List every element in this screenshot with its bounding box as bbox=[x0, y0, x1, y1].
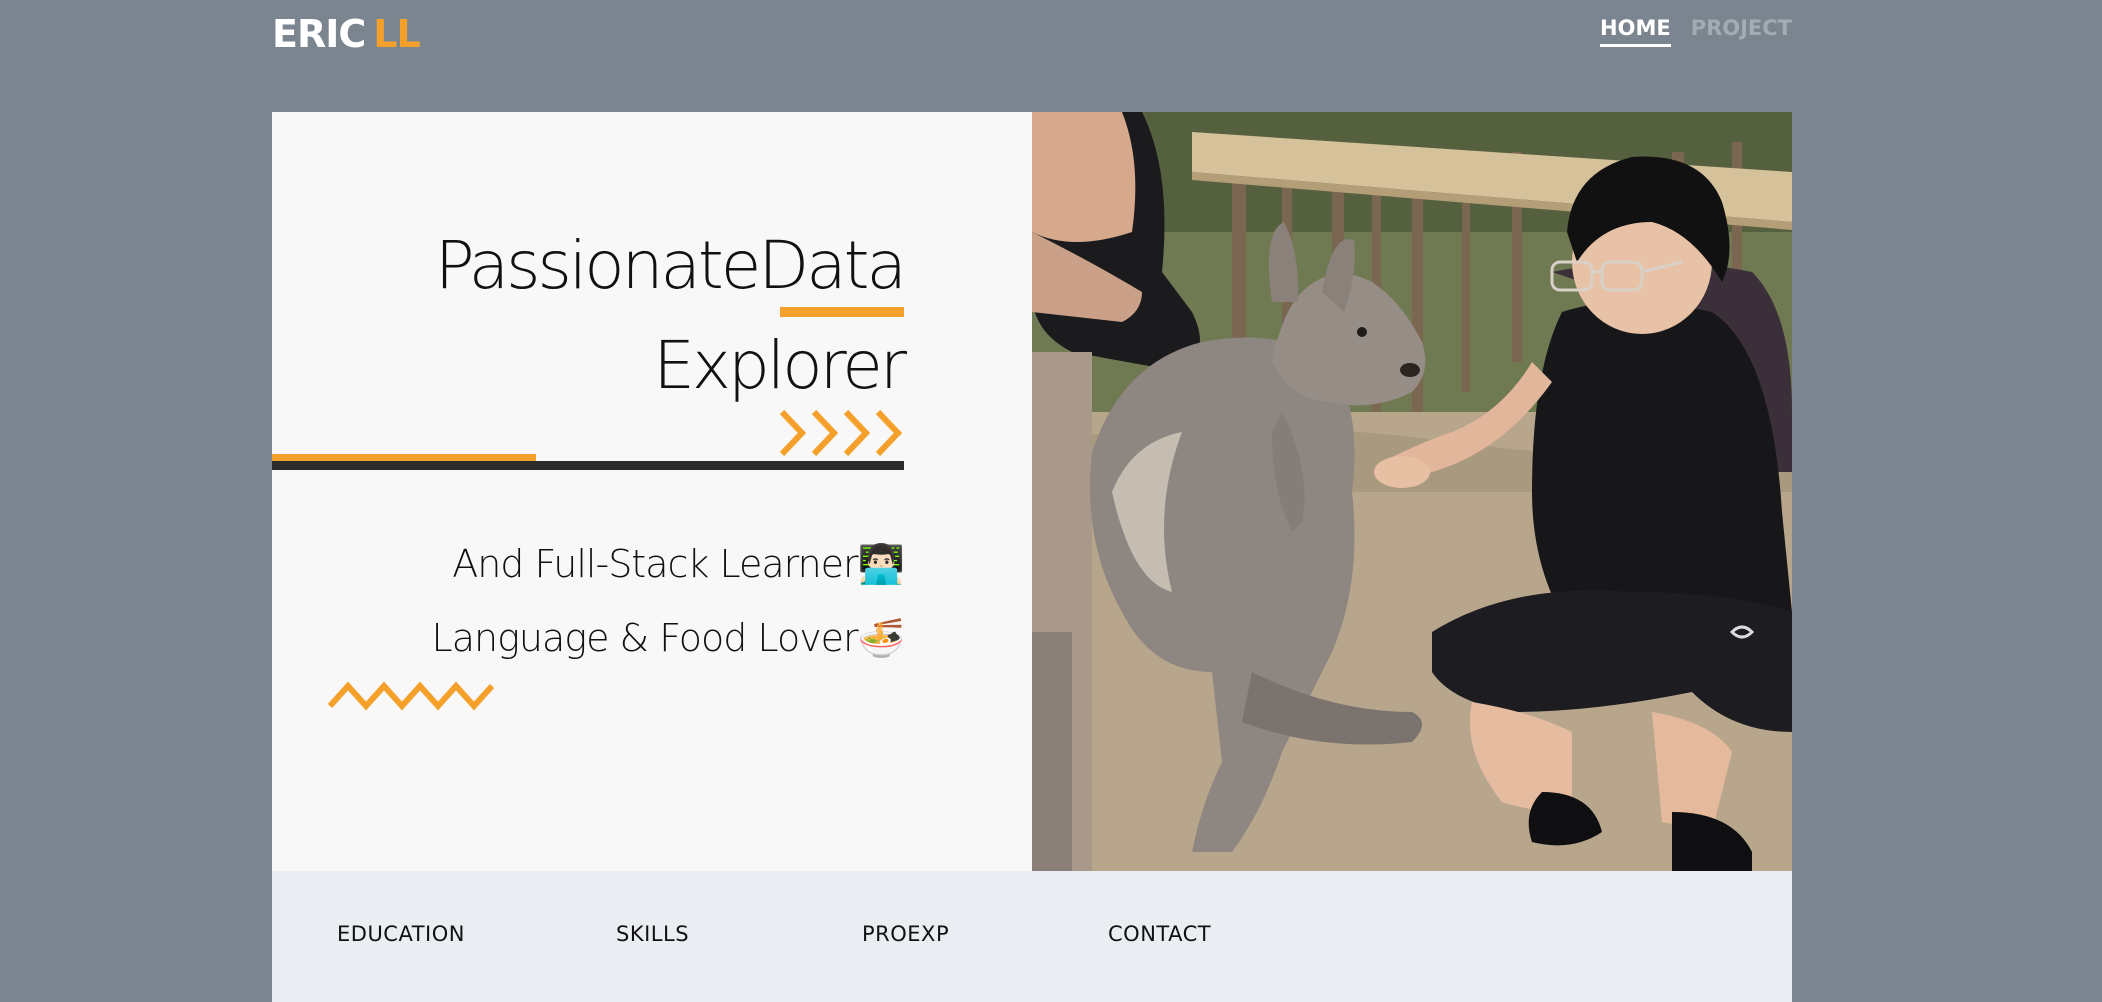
nav-home-link[interactable]: HOME bbox=[1600, 16, 1671, 47]
chevrons-decoration-icon bbox=[779, 409, 903, 457]
top-navigation: HOME PROJECT bbox=[1600, 16, 1792, 47]
headline-accent-underline bbox=[780, 307, 904, 317]
section-link-skills[interactable]: SKILLS bbox=[616, 919, 689, 949]
section-link-education[interactable]: EDUCATION bbox=[337, 919, 465, 949]
hero-photo bbox=[1032, 112, 1792, 871]
headline-line-2: Explorer bbox=[653, 327, 907, 404]
section-link-proexp[interactable]: PROEXP bbox=[862, 919, 949, 949]
section-navigation: EDUCATION SKILLS PROEXP CONTACT bbox=[272, 871, 1792, 1002]
kangaroo-feeding-photo-icon bbox=[1032, 112, 1792, 871]
hero-text-panel: PassionateData Explorer And Full-Stack L… bbox=[272, 112, 1032, 871]
divider-dark bbox=[272, 461, 904, 470]
hero-card: PassionateData Explorer And Full-Stack L… bbox=[272, 112, 1792, 1002]
nav-project-link[interactable]: PROJECT bbox=[1691, 16, 1792, 47]
divider-accent bbox=[272, 454, 536, 461]
zigzag-decoration-icon bbox=[328, 681, 495, 711]
section-link-contact[interactable]: CONTACT bbox=[1108, 919, 1211, 949]
tagline-fullstack: And Full-Stack Learner👨🏻‍💻 bbox=[452, 542, 905, 586]
logo-first-name: ERIC bbox=[272, 12, 366, 56]
headline-line-1: PassionateData bbox=[434, 227, 907, 304]
site-logo[interactable]: ERIC LL bbox=[272, 10, 421, 58]
logo-last-name: LL bbox=[373, 12, 420, 56]
tagline-language-food: Language & Food Lover🍜 bbox=[431, 616, 905, 660]
